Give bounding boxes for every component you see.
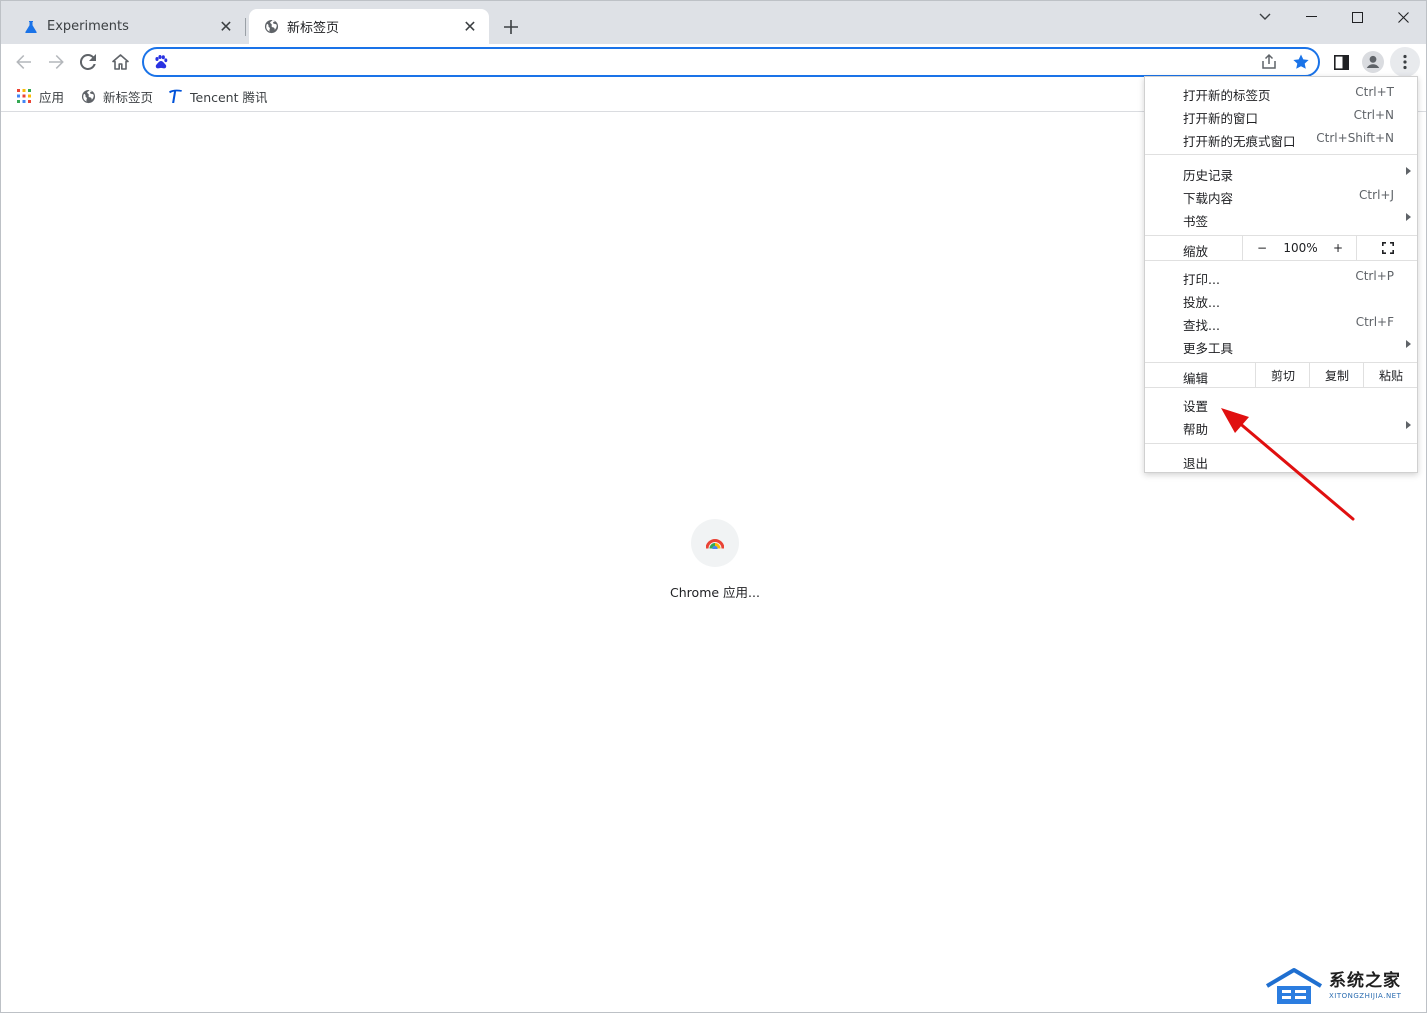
menu-item-cast[interactable]: 投放...	[1145, 288, 1417, 311]
arrow-left-icon	[16, 55, 31, 69]
menu-item-new-tab[interactable]: 打开新的标签页 Ctrl+T	[1145, 81, 1417, 104]
paste-button[interactable]: 粘贴	[1363, 363, 1418, 387]
reload-button[interactable]	[73, 47, 103, 77]
submenu-arrow-icon	[1406, 167, 1411, 175]
more-vertical-icon	[1403, 54, 1407, 70]
globe-icon	[263, 19, 279, 35]
tab-search-button[interactable]	[1242, 1, 1288, 33]
home-button[interactable]	[105, 47, 135, 77]
reload-icon	[80, 54, 96, 70]
menu-item-new-incognito-window[interactable]: 打开新的无痕式窗口 Ctrl+Shift+N	[1145, 127, 1417, 150]
watermark-url: XITONGZHIJIA.NET	[1329, 992, 1402, 1000]
tab-title: Experiments	[47, 19, 129, 34]
browser-window: Experiments ✕ 新标签页 ✕ 应用 新标签页 Tencent 腾讯 …	[0, 0, 1427, 1013]
fullscreen-icon	[1381, 242, 1394, 254]
bookmark-label: 应用	[39, 89, 65, 105]
bookmark-new-tab[interactable]: 新标签页	[80, 85, 153, 107]
shortcut-chrome-apps[interactable]	[691, 519, 739, 567]
menu-separator	[1145, 154, 1417, 155]
omnibox-input[interactable]	[176, 52, 1250, 74]
menu-item-bookmarks[interactable]: 书签	[1145, 207, 1417, 230]
submenu-arrow-icon	[1406, 340, 1411, 348]
close-icon	[1397, 11, 1409, 23]
chrome-apps-icon	[706, 538, 724, 549]
tab-experiments[interactable]: Experiments ✕	[9, 9, 245, 44]
house-logo-icon	[1265, 968, 1323, 1004]
zoom-out-button[interactable]: −	[1242, 236, 1281, 260]
maximize-icon	[1351, 11, 1363, 23]
avatar-icon	[1362, 51, 1384, 73]
apps-grid-icon	[16, 88, 32, 104]
tab-separator	[245, 18, 246, 36]
annotation-arrow	[1221, 408, 1355, 521]
chevron-down-icon	[1259, 13, 1271, 20]
menu-separator	[1145, 260, 1417, 261]
menu-item-new-window[interactable]: 打开新的窗口 Ctrl+N	[1145, 104, 1417, 127]
home-icon	[111, 54, 129, 70]
bookmark-label: 新标签页	[103, 89, 154, 105]
zoom-level: 100%	[1283, 241, 1318, 255]
menu-item-more-tools[interactable]: 更多工具	[1145, 334, 1417, 357]
baidu-paw-icon	[153, 54, 169, 70]
menu-item-find[interactable]: 查找... Ctrl+F	[1145, 311, 1417, 334]
close-window-button[interactable]	[1380, 1, 1426, 33]
copy-button[interactable]: 复制	[1309, 363, 1364, 387]
submenu-arrow-icon	[1406, 213, 1411, 221]
tab-close-icon[interactable]: ✕	[461, 17, 479, 36]
side-panel-button[interactable]	[1326, 47, 1356, 77]
bookmark-star-icon[interactable]	[1292, 53, 1310, 71]
omnibox[interactable]	[142, 47, 1320, 77]
menu-item-print[interactable]: 打印... Ctrl+P	[1145, 265, 1417, 288]
tab-close-icon[interactable]: ✕	[217, 17, 235, 36]
flask-icon	[23, 19, 39, 35]
profile-button[interactable]	[1358, 47, 1388, 77]
bookmark-tencent[interactable]: Tencent 腾讯	[167, 85, 267, 107]
tencent-icon	[167, 88, 183, 104]
submenu-arrow-icon	[1406, 421, 1411, 429]
menu-button[interactable]	[1390, 47, 1420, 77]
tab-strip: Experiments ✕ 新标签页 ✕	[1, 1, 1426, 44]
menu-separator	[1145, 387, 1417, 388]
minimize-button[interactable]	[1288, 1, 1334, 33]
new-tab-button[interactable]	[499, 15, 523, 39]
minimize-icon	[1305, 16, 1317, 17]
tab-new-tab-page[interactable]: 新标签页 ✕	[249, 9, 489, 44]
side-panel-icon	[1333, 54, 1349, 70]
forward-button[interactable]	[41, 47, 71, 77]
shortcut-label: Chrome 应用...	[670, 585, 760, 600]
watermark-title: 系统之家	[1329, 971, 1401, 991]
bookmark-apps[interactable]: 应用	[16, 85, 64, 107]
globe-icon	[80, 88, 96, 104]
fullscreen-button[interactable]	[1356, 236, 1418, 260]
bookmark-label: Tencent 腾讯	[190, 89, 268, 105]
toolbar	[1, 44, 1426, 80]
maximize-button[interactable]	[1334, 1, 1380, 33]
zoom-in-button[interactable]: +	[1320, 236, 1356, 260]
arrow-right-icon	[49, 55, 64, 69]
back-button[interactable]	[9, 47, 39, 77]
share-icon[interactable]	[1260, 53, 1278, 71]
watermark-logo: 系统之家 XITONGZHIJIA.NET	[1263, 963, 1423, 1009]
tab-title: 新标签页	[287, 21, 340, 36]
plus-icon	[504, 20, 518, 34]
menu-item-history[interactable]: 历史记录	[1145, 161, 1417, 184]
cut-button[interactable]: 剪切	[1255, 363, 1310, 387]
menu-zoom-row: 缩放 − 100% +	[1145, 236, 1417, 260]
menu-edit-row: 编辑 剪切 复制 粘贴	[1145, 363, 1417, 387]
menu-item-downloads[interactable]: 下载内容 Ctrl+J	[1145, 184, 1417, 207]
